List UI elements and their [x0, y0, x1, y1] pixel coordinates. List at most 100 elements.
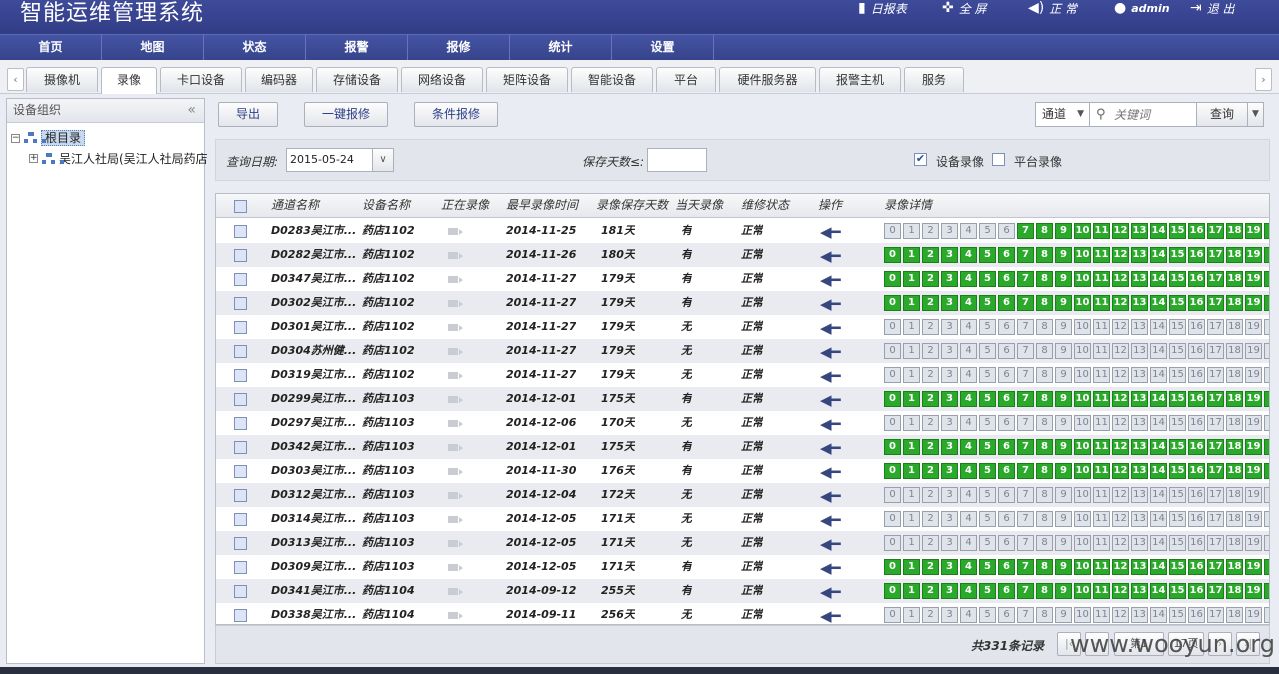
- hour-cell[interactable]: 15: [1169, 463, 1186, 479]
- one-click-repair-button[interactable]: 一键报修: [304, 102, 388, 127]
- hour-cell[interactable]: 12: [1112, 343, 1129, 359]
- hour-cell[interactable]: 18: [1226, 247, 1243, 263]
- hour-cell[interactable]: 10: [1074, 271, 1091, 287]
- hour-cell[interactable]: 1: [903, 607, 920, 623]
- hour-cell[interactable]: 12: [1112, 391, 1129, 407]
- table-row[interactable]: D0347吴江市... 药店1102 2014-11-27 179天有正常 ◀━ 0 1 2 3…: [216, 267, 1269, 291]
- row-checkbox[interactable]: [234, 369, 247, 382]
- hour-cell[interactable]: 15: [1169, 559, 1186, 575]
- tab-checkpoint-device[interactable]: 卡口设备: [160, 67, 242, 92]
- tab-scroll-left-button[interactable]: ‹: [7, 68, 24, 91]
- tree-root[interactable]: − 根目录: [11, 130, 86, 146]
- days-field[interactable]: [647, 148, 707, 172]
- hour-cell[interactable]: 8: [1036, 415, 1053, 431]
- table-row[interactable]: D0313吴江市... 药店1103 2014-12-05 171天无正常 ◀━ 0 1 2 3…: [216, 531, 1269, 555]
- hour-cell[interactable]: 6: [998, 295, 1015, 311]
- hour-cell[interactable]: 17: [1207, 271, 1224, 287]
- hour-cell[interactable]: 1: [903, 247, 920, 263]
- repair-action-icon[interactable]: ◀━: [820, 367, 841, 385]
- hour-cell[interactable]: 3: [941, 535, 958, 551]
- hour-cell[interactable]: 7: [1017, 391, 1034, 407]
- hour-cell[interactable]: 7: [1017, 463, 1034, 479]
- row-checkbox[interactable]: [234, 537, 247, 550]
- hour-cell[interactable]: 4: [960, 319, 977, 335]
- hour-cell[interactable]: 15: [1169, 271, 1186, 287]
- repair-action-icon[interactable]: ◀━: [820, 319, 841, 337]
- nav-statistics[interactable]: 统计: [510, 35, 612, 61]
- hour-cell[interactable]: 1: [903, 391, 920, 407]
- export-button[interactable]: 导出: [218, 102, 278, 127]
- hour-cell[interactable]: 11: [1093, 511, 1110, 527]
- hour-cell[interactable]: 19: [1245, 511, 1262, 527]
- hour-cell[interactable]: 0: [884, 271, 901, 287]
- table-row[interactable]: D0304苏州健... 药店1102 2014-11-27 179天无正常 ◀━ 0 1 2 3…: [216, 339, 1269, 363]
- hour-cell[interactable]: 5: [979, 463, 996, 479]
- hour-cell[interactable]: 2: [922, 271, 939, 287]
- hour-cell[interactable]: 11: [1093, 295, 1110, 311]
- hour-cell[interactable]: 18: [1226, 367, 1243, 383]
- hour-cell[interactable]: 19: [1245, 415, 1262, 431]
- hour-cell[interactable]: 2: [922, 559, 939, 575]
- hour-cell[interactable]: 8: [1036, 247, 1053, 263]
- hour-cell[interactable]: 7: [1017, 247, 1034, 263]
- hour-cell[interactable]: 9: [1055, 319, 1072, 335]
- tab-encoder[interactable]: 编码器: [245, 67, 313, 92]
- hour-cell[interactable]: 17: [1207, 367, 1224, 383]
- hour-cell[interactable]: 9: [1055, 511, 1072, 527]
- tree-collapse-icon[interactable]: −: [11, 133, 20, 143]
- hour-cell[interactable]: 18: [1226, 391, 1243, 407]
- hour-cell[interactable]: 13: [1131, 415, 1148, 431]
- hour-cell[interactable]: 7: [1017, 223, 1034, 239]
- hour-cell[interactable]: 14: [1150, 295, 1167, 311]
- hour-cell[interactable]: 17: [1207, 295, 1224, 311]
- col-channel-name[interactable]: 通道名称: [271, 194, 319, 218]
- hour-cell[interactable]: 10: [1074, 343, 1091, 359]
- hour-cell[interactable]: 12: [1112, 367, 1129, 383]
- hour-cell[interactable]: 8: [1036, 583, 1053, 599]
- hour-cell[interactable]: 18: [1226, 607, 1243, 623]
- tab-matrix-device[interactable]: 矩阵设备: [486, 67, 568, 92]
- hour-cell[interactable]: 8: [1036, 607, 1053, 623]
- hour-cell[interactable]: 11: [1093, 535, 1110, 551]
- hour-cell[interactable]: 1: [903, 535, 920, 551]
- table-row[interactable]: D0302吴江市... 药店1102 2014-11-27 179天有正常 ◀━ 0 1 2 3…: [216, 291, 1269, 315]
- hour-cell[interactable]: 12: [1112, 535, 1129, 551]
- hour-cell[interactable]: 6: [998, 415, 1015, 431]
- hour-cell[interactable]: 19: [1245, 319, 1262, 335]
- hour-cell[interactable]: 11: [1093, 319, 1110, 335]
- hour-cell[interactable]: 6: [998, 559, 1015, 575]
- hour-cell[interactable]: 15: [1169, 391, 1186, 407]
- hour-cell[interactable]: 0: [884, 343, 901, 359]
- hour-cell[interactable]: 1: [903, 583, 920, 599]
- hour-cell[interactable]: 2: [922, 439, 939, 455]
- hour-cell[interactable]: 2: [1264, 463, 1269, 479]
- hour-cell[interactable]: 19: [1245, 487, 1262, 503]
- hour-cell[interactable]: 14: [1150, 319, 1167, 335]
- hour-cell[interactable]: 6: [998, 391, 1015, 407]
- row-checkbox[interactable]: [234, 273, 247, 286]
- table-row[interactable]: D0303吴江市... 药店1103 2014-11-30 176天有正常 ◀━ 0 1 2 3…: [216, 459, 1269, 483]
- hour-cell[interactable]: 18: [1226, 439, 1243, 455]
- hour-cell[interactable]: 16: [1188, 247, 1205, 263]
- col-today-recording[interactable]: 当天录像: [675, 194, 723, 218]
- hour-cell[interactable]: 16: [1188, 583, 1205, 599]
- tree-expand-icon[interactable]: +: [29, 154, 38, 163]
- repair-action-icon[interactable]: ◀━: [820, 463, 841, 481]
- date-field[interactable]: 2015-05-24: [286, 148, 374, 172]
- hour-cell[interactable]: 5: [979, 343, 996, 359]
- hour-cell[interactable]: 8: [1036, 511, 1053, 527]
- hour-cell[interactable]: 7: [1017, 535, 1034, 551]
- hour-cell[interactable]: 7: [1017, 439, 1034, 455]
- repair-action-icon[interactable]: ◀━: [820, 511, 841, 529]
- tab-storage-device[interactable]: 存储设备: [316, 67, 398, 92]
- hour-cell[interactable]: 14: [1150, 607, 1167, 623]
- repair-action-icon[interactable]: ◀━: [820, 535, 841, 553]
- tree-node-label[interactable]: 吴江人社局(吴江人社局药店: [59, 150, 208, 167]
- col-repair-status[interactable]: 维修状态: [741, 194, 789, 218]
- hour-cell[interactable]: 2: [1264, 415, 1269, 431]
- hour-cell[interactable]: 3: [941, 319, 958, 335]
- hour-cell[interactable]: 8: [1036, 535, 1053, 551]
- hour-cell[interactable]: 14: [1150, 487, 1167, 503]
- table-row[interactable]: D0299吴江市... 药店1103 2014-12-01 175天有正常 ◀━ 0 1 2 3…: [216, 387, 1269, 411]
- row-checkbox[interactable]: [234, 249, 247, 262]
